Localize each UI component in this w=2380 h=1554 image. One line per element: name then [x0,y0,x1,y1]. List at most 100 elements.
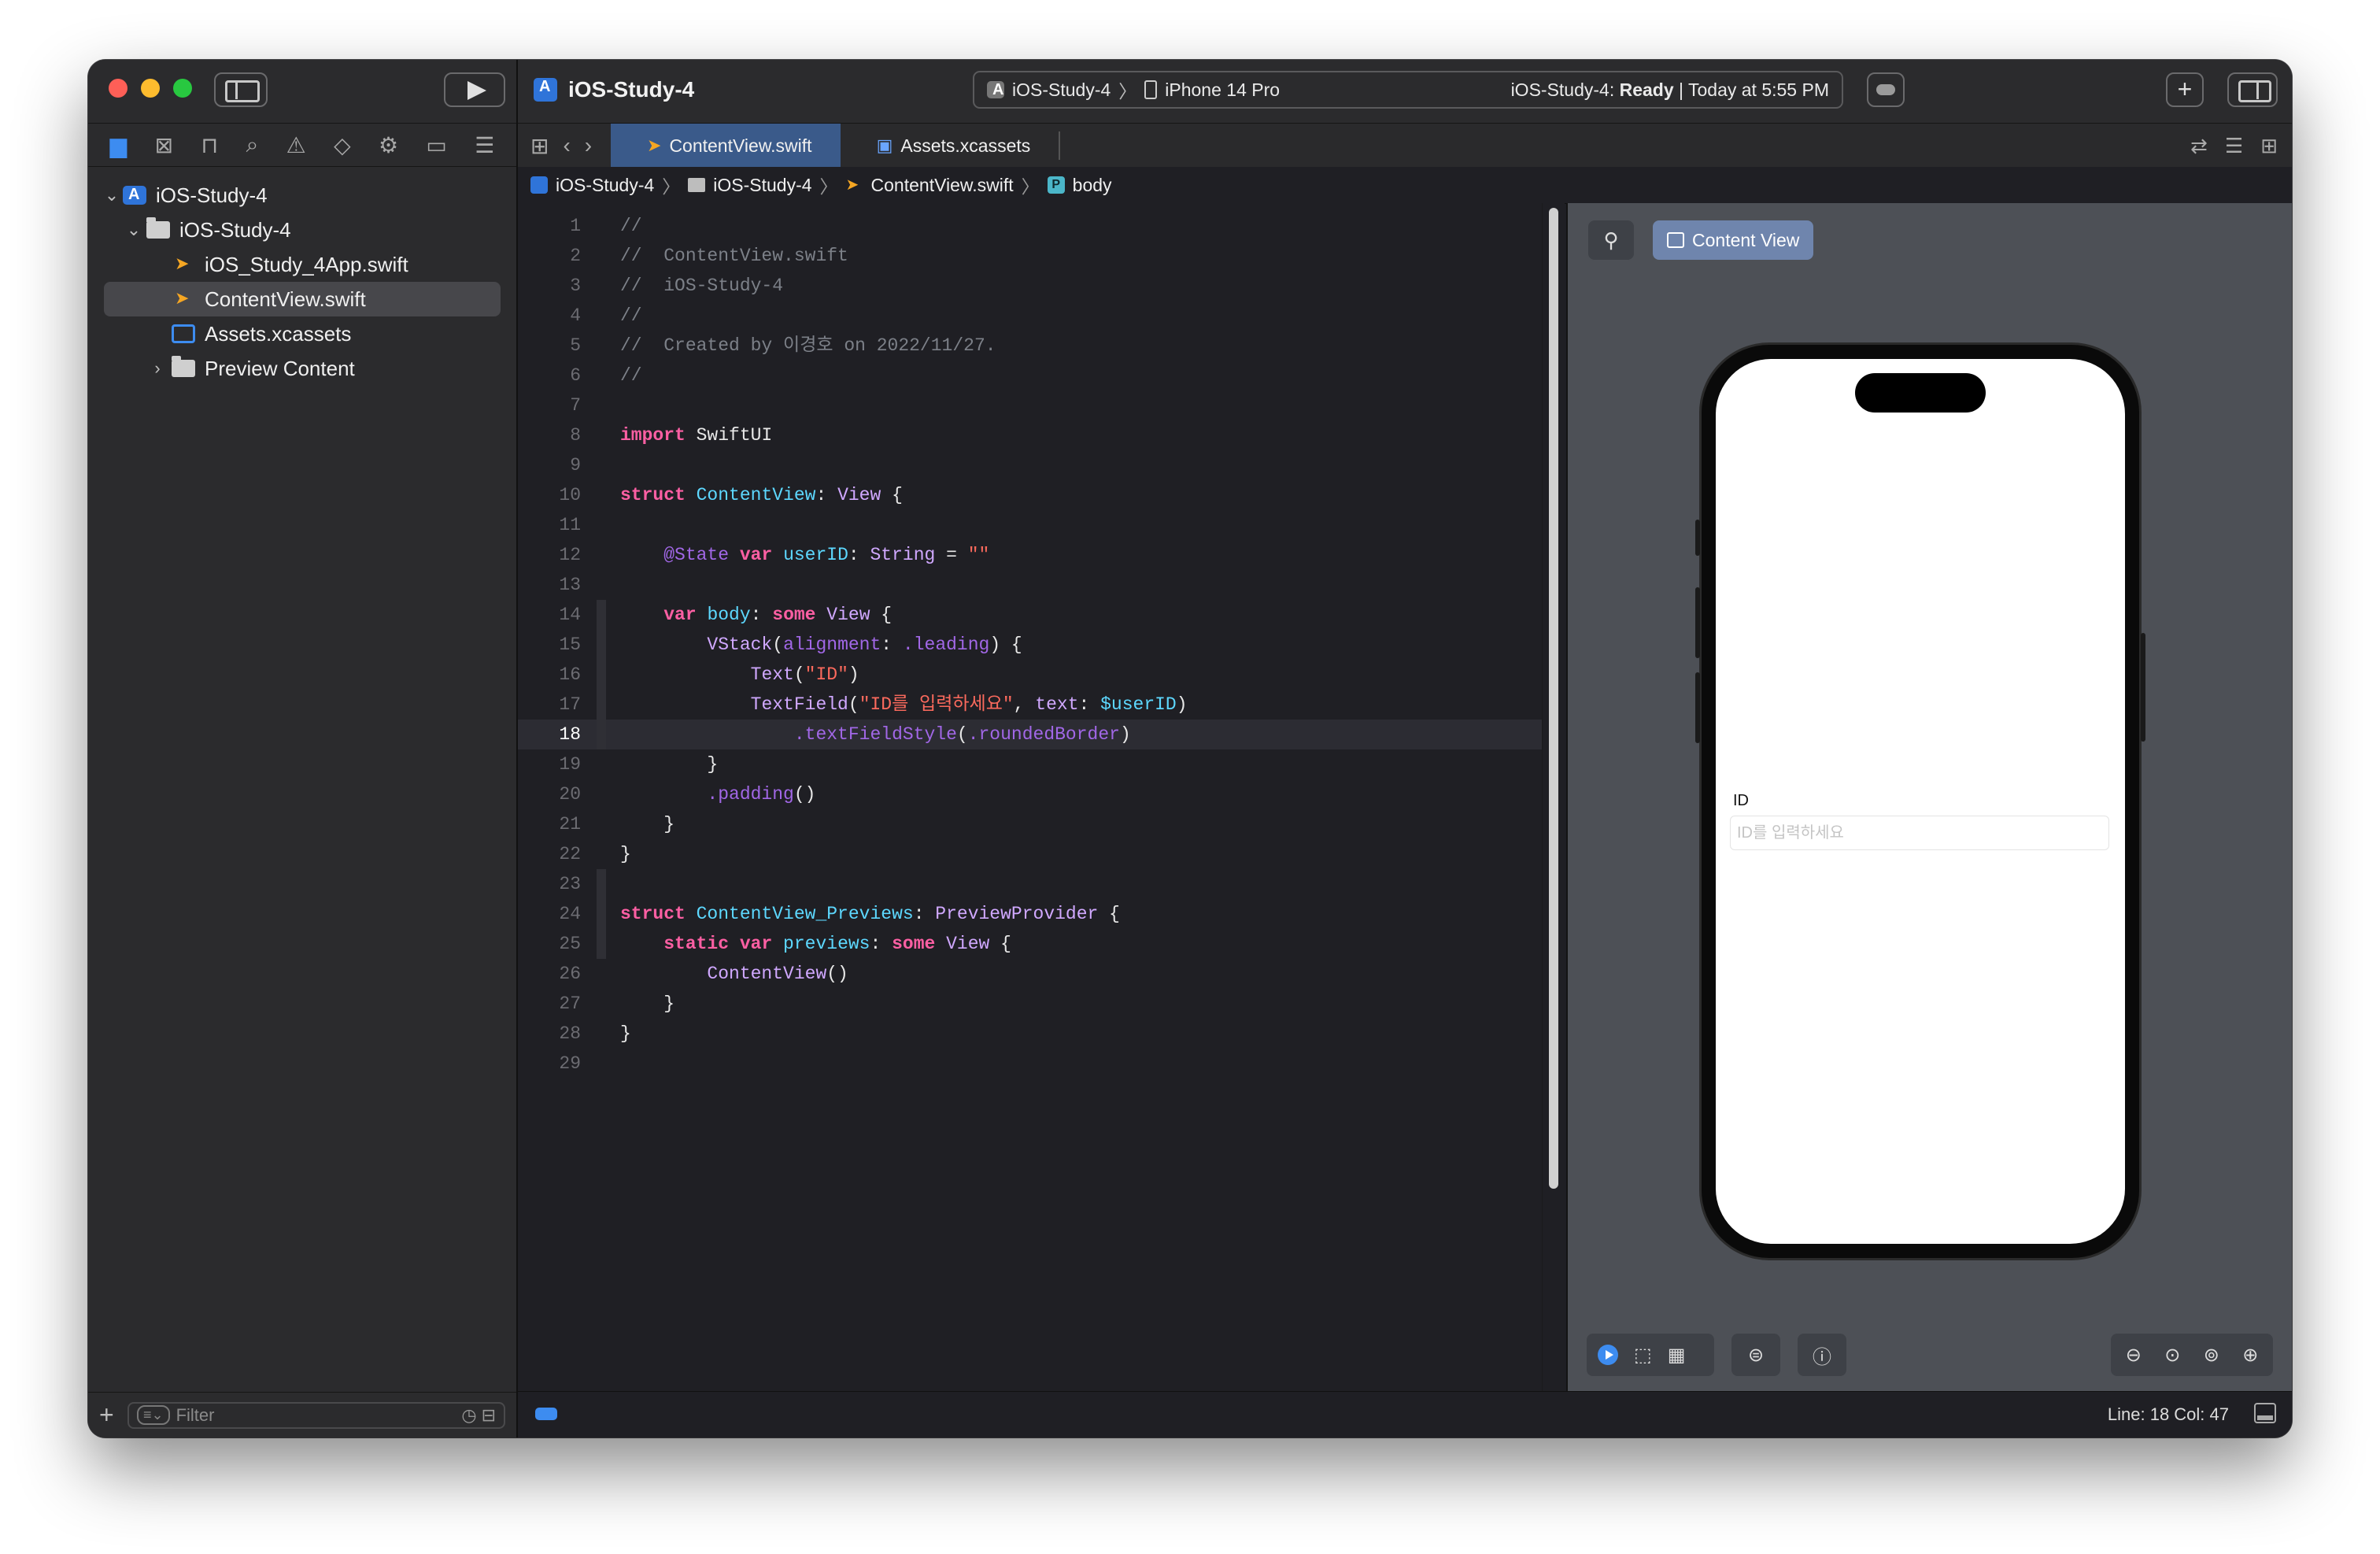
toggle-inspector-button[interactable] [2227,72,2278,107]
chevron-right-icon[interactable]: › [150,358,165,379]
pin-icon[interactable]: ⚲ [1588,220,1634,260]
scheme-selector[interactable]: iOS-Study-4 [987,80,1111,101]
preview-selector-button[interactable]: Content View [1653,220,1814,260]
debug-navigator-icon[interactable]: ⚙ [379,132,398,158]
line-number[interactable]: 3 [518,271,586,301]
line-number[interactable]: 4 [518,301,586,331]
line-number[interactable]: 23 [518,869,586,899]
tree-item-project[interactable]: ⌄ iOS-Study-4 [88,178,516,213]
jumpbar-file[interactable]: ➤ ContentView.swift [846,175,1014,196]
split-editor-icon[interactable]: ⊞ [2260,134,2278,158]
tab-contentview[interactable]: ➤ ContentView.swift [611,124,841,168]
zoom-actual-icon[interactable]: ⊙ [2164,1344,2180,1367]
line-number[interactable]: 16 [518,660,586,690]
line-number[interactable]: 2 [518,241,586,271]
line-number[interactable]: 22 [518,839,586,869]
source-editor[interactable]: 1 2 3 4 5 6 7 8 9 10 11 12 13 14 15 16 17 18 19 20 21 22 23 24 2… [518,203,1565,1392]
filter-input[interactable] [174,1404,457,1426]
jumpbar-group[interactable]: iOS-Study-4 [688,175,812,196]
editor-options: ⇄ ☰ ⊞ [2190,124,2292,168]
zoom-fit-icon[interactable]: ⊚ [2204,1344,2219,1367]
line-number[interactable]: 14 [518,600,586,630]
symbol-navigator-icon[interactable]: ⊓ [201,132,218,158]
line-number[interactable]: 18 [518,720,586,749]
tree-item-group[interactable]: ⌄ iOS-Study-4 [88,213,516,247]
preview-info-button[interactable]: ⓘ [1798,1334,1846,1376]
swap-icon[interactable]: ⇄ [2190,134,2208,158]
editor-scrollbar[interactable] [1542,203,1565,1392]
code-line: .padding() [620,779,1565,809]
line-number[interactable]: 26 [518,959,586,989]
minimize-window-button[interactable] [141,79,160,98]
live-preview-icon[interactable] [1598,1345,1618,1365]
line-number[interactable]: 9 [518,450,586,480]
tree-item-app-file[interactable]: iOS_Study_4App.swift [88,247,516,282]
test-navigator-icon[interactable]: ◇ [334,132,351,158]
project-navigator-icon[interactable]: ▆ [110,132,128,158]
jumpbar-symbol[interactable]: P body [1047,175,1112,196]
app-icon [123,186,146,205]
zoom-window-button[interactable] [173,79,192,98]
line-number[interactable]: 11 [518,510,586,540]
line-number[interactable]: 27 [518,989,586,1019]
activity-indicator[interactable] [535,1408,557,1420]
line-number[interactable]: 10 [518,480,586,510]
line-number[interactable]: 29 [518,1049,586,1079]
report-navigator-icon[interactable]: ☰ [475,132,494,158]
line-number[interactable]: 7 [518,390,586,420]
breakpoint-navigator-icon[interactable]: ▭ [426,132,446,158]
id-text-field[interactable] [1730,816,2109,850]
scm-filter-icon[interactable]: ⊟ [482,1405,496,1426]
code-folding-ribbon[interactable] [597,869,606,959]
related-items-icon[interactable]: ⊞ [530,133,549,159]
jumpbar-project[interactable]: iOS-Study-4 [530,175,654,196]
line-number[interactable]: 20 [518,779,586,809]
folder-icon [172,356,195,377]
xcode-cloud-button[interactable] [1867,72,1905,107]
line-number[interactable]: 5 [518,331,586,361]
recent-files-icon[interactable]: ◷ [461,1405,476,1426]
phone-button [1695,672,1700,743]
line-number[interactable]: 28 [518,1019,586,1049]
filter-options-icon[interactable]: ≡⌄ [137,1405,170,1425]
line-number[interactable]: 24 [518,899,586,929]
back-icon[interactable]: ‹ [563,133,570,158]
line-number[interactable]: 19 [518,749,586,779]
line-number[interactable]: 13 [518,570,586,600]
tree-item-preview-content[interactable]: › Preview Content [88,351,516,386]
device-settings-button[interactable]: ⊜ [1731,1334,1780,1376]
find-navigator-icon[interactable]: ⌕ [246,132,259,158]
editor-options-icon[interactable]: ☰ [2225,134,2243,158]
run-button[interactable] [444,72,505,107]
zoom-in-icon[interactable]: ⊕ [2242,1344,2258,1367]
code-text[interactable]: // // ContentView.swift // iOS-Study-4 /… [620,211,1565,1079]
destination-selector[interactable]: iPhone 14 Pro [1144,80,1280,101]
zoom-out-icon[interactable]: ⊖ [2126,1344,2142,1367]
source-control-navigator-icon[interactable]: ⊠ [155,132,173,158]
variants-icon[interactable]: ▦ [1668,1344,1686,1367]
line-number[interactable]: 15 [518,630,586,660]
line-number[interactable]: 17 [518,690,586,720]
code-line: struct ContentView_Previews: PreviewProv… [620,899,1565,929]
chevron-down-icon[interactable]: ⌄ [104,185,120,205]
line-number[interactable]: 21 [518,809,586,839]
add-file-icon[interactable]: + [99,1400,128,1430]
tree-item-assets[interactable]: Assets.xcassets [88,316,516,351]
line-number[interactable]: 8 [518,420,586,450]
close-window-button[interactable] [109,79,128,98]
toggle-navigator-button[interactable] [214,72,268,107]
chevron-down-icon[interactable]: ⌄ [126,220,142,240]
library-button[interactable]: + [2166,72,2204,107]
line-number[interactable]: 12 [518,540,586,570]
code-folding-ribbon[interactable] [597,600,606,749]
tab-assets[interactable]: ▣ Assets.xcassets [841,131,1061,160]
issue-navigator-icon[interactable]: ⚠ [286,132,306,158]
selectable-mode-icon[interactable]: ⬚ [1634,1344,1652,1367]
line-number[interactable]: 6 [518,361,586,390]
toggle-debug-area-icon[interactable] [2254,1403,2276,1423]
line-number[interactable]: 1 [518,211,586,241]
xcode-window: ▆ ⊠ ⊓ ⌕ ⚠ ◇ ⚙ ▭ ☰ ⌄ iOS-Study-4 ⌄ iOS-St… [88,60,2292,1437]
forward-icon[interactable]: › [585,133,592,158]
line-number[interactable]: 25 [518,929,586,959]
tree-item-contentview[interactable]: ContentView.swift [104,282,501,316]
